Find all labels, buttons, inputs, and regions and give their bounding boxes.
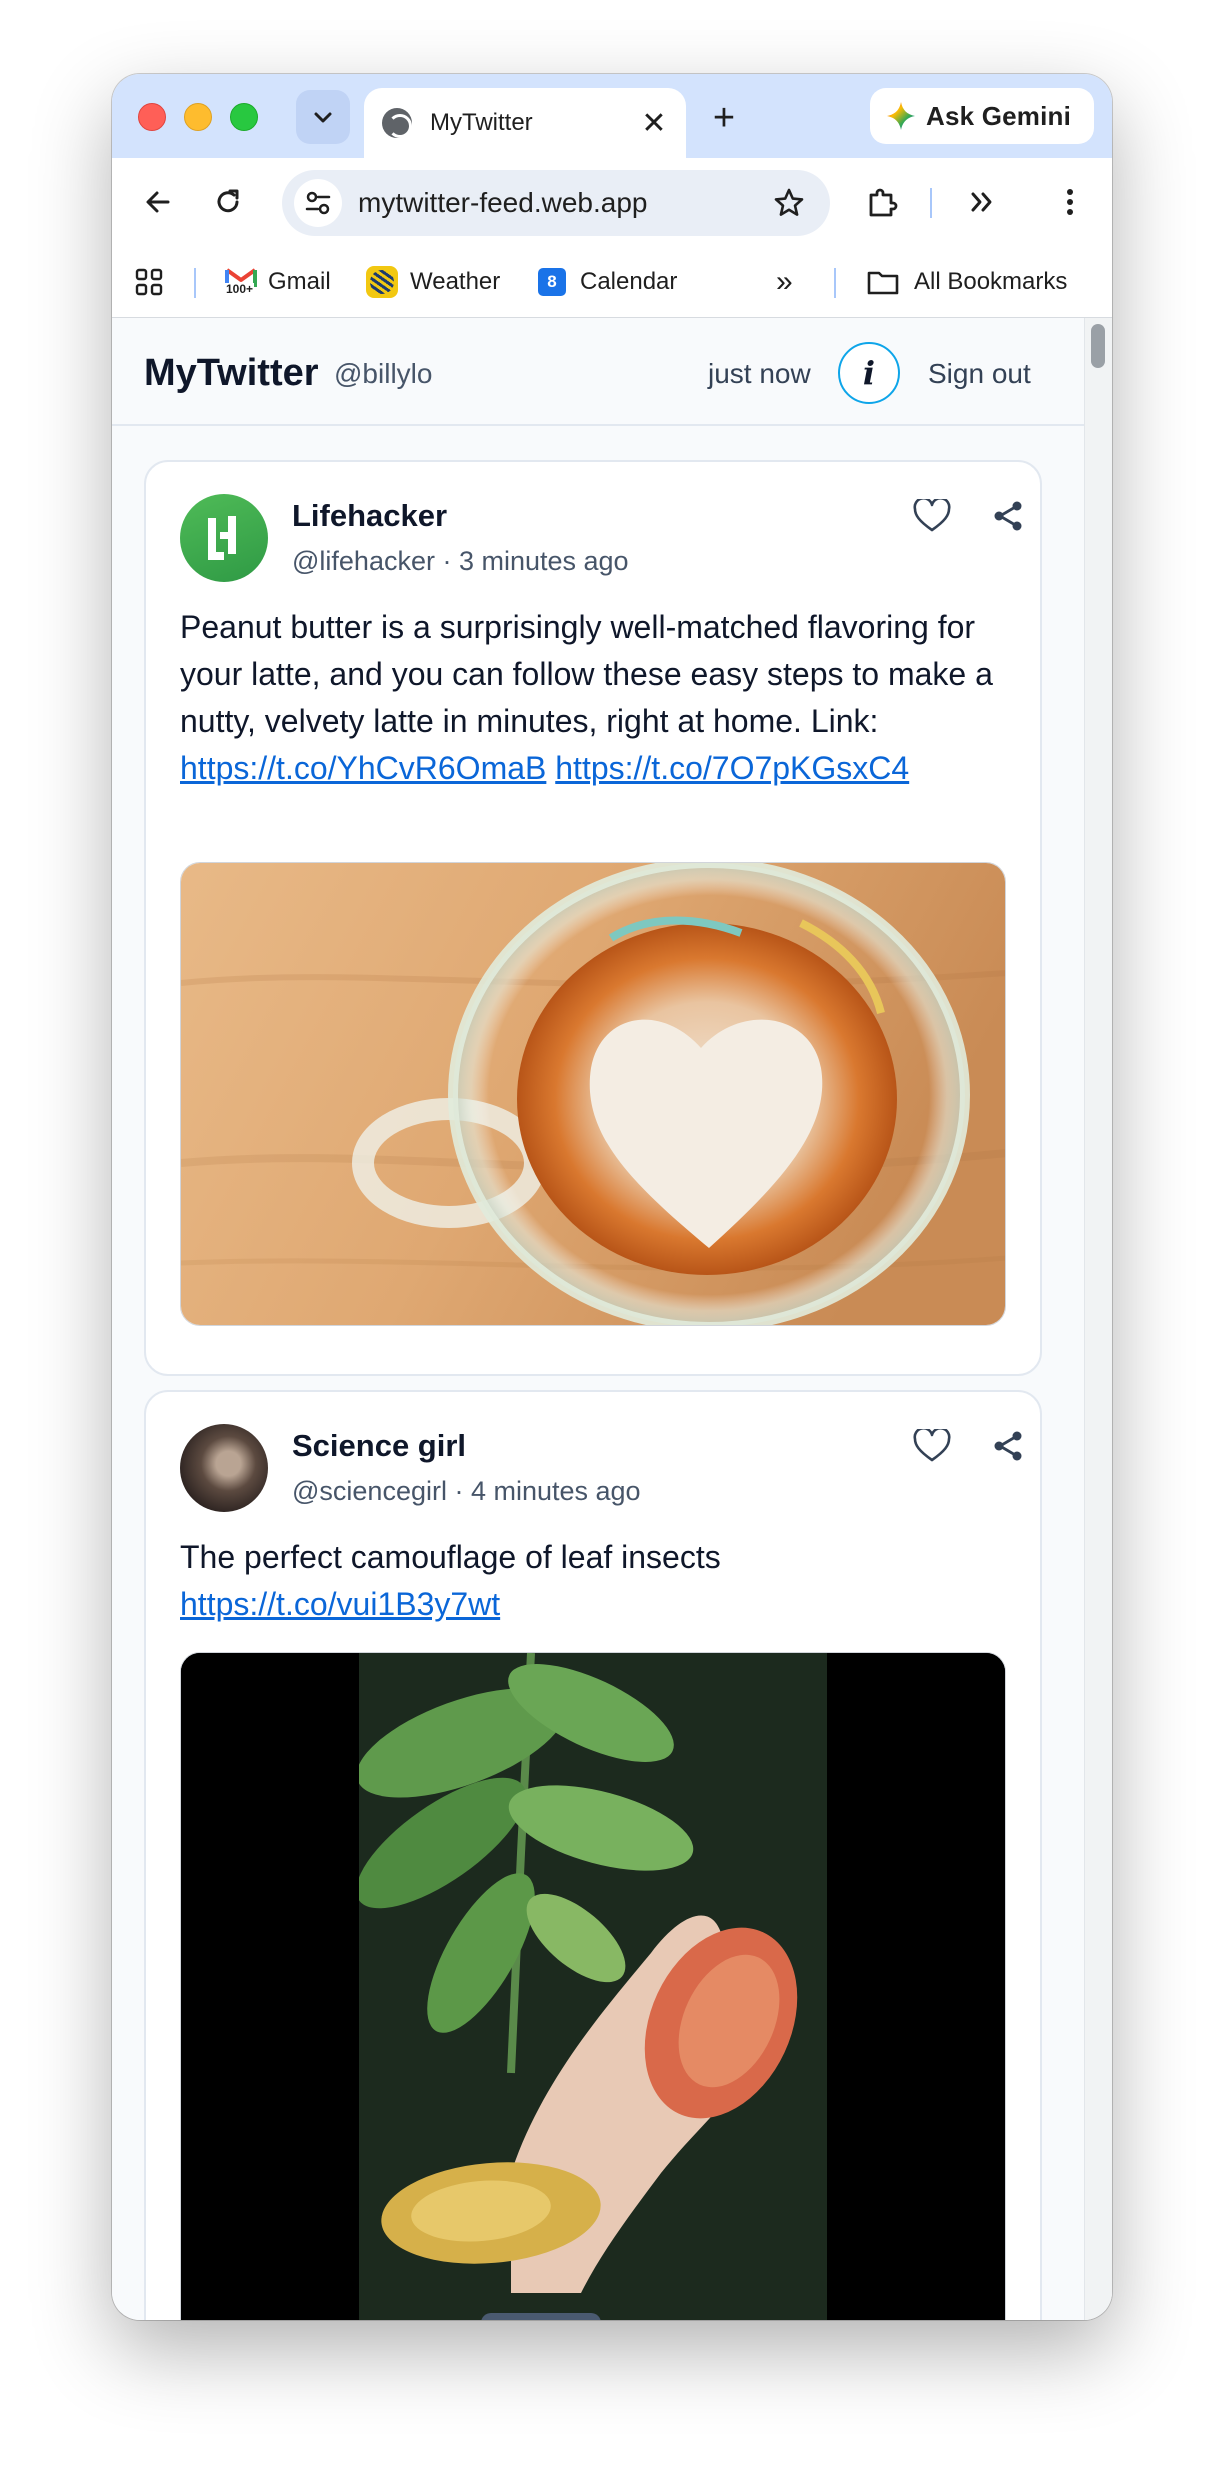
bookmarks-divider-2: [834, 268, 836, 298]
post-meta: @sciencegirl · 4 minutes ago: [292, 1476, 641, 1506]
page-scrollbar[interactable]: [1084, 318, 1112, 2320]
last-updated: just now: [708, 358, 811, 389]
share-icon: [994, 501, 1022, 531]
bookmarks-overflow-button[interactable]: »: [776, 262, 793, 302]
lifehacker-logo-icon: [208, 516, 236, 560]
bookmark-star-button[interactable]: [766, 180, 812, 226]
like-button[interactable]: [908, 1422, 956, 1470]
heart-icon: [913, 1429, 951, 1462]
post-link[interactable]: https://t.co/YhCvR6OmaB: [180, 750, 546, 786]
post-card: Science girl @sciencegirl · 4 minutes ag…: [144, 1390, 1042, 2320]
site-info-button[interactable]: [294, 179, 342, 227]
weather-icon: [366, 266, 398, 298]
new-tab-button[interactable]: +: [702, 96, 746, 140]
ask-gemini-label: Ask Gemini: [926, 100, 1072, 131]
heart-icon: [913, 499, 951, 532]
tab-title: MyTwitter: [430, 109, 533, 136]
browser-menu-button[interactable]: [1046, 178, 1094, 226]
tab-strip: MyTwitter ✕ + Ask Gemini: [112, 74, 1112, 158]
post-text: The perfect camouflage of leaf insects h…: [180, 1534, 1010, 1628]
sign-out-button[interactable]: Sign out: [928, 358, 1031, 390]
puzzle-icon: [869, 188, 898, 217]
browser-window: MyTwitter ✕ + Ask Gemini mytwitter-feed.…: [112, 74, 1112, 2320]
bookmark-calendar-label: Calendar: [580, 268, 678, 295]
page-viewport: MyTwitter @billylo just now i Sign out L…: [112, 318, 1112, 2320]
post-link[interactable]: https://t.co/7O7pKGsxC4: [555, 750, 909, 786]
info-button[interactable]: i: [838, 342, 900, 404]
bookmarks-divider: [194, 268, 196, 298]
avatar[interactable]: [180, 494, 268, 582]
app-title: MyTwitter: [144, 352, 319, 394]
scrollbar-thumb[interactable]: [1091, 324, 1105, 368]
all-bookmarks-button[interactable]: All Bookmarks: [866, 262, 1067, 302]
post-image[interactable]: [180, 862, 1006, 1326]
close-window-button[interactable]: [138, 103, 166, 131]
post-text: Peanut butter is a surprisingly well-mat…: [180, 604, 1010, 792]
double-chevron-right-icon: [971, 192, 992, 212]
post-video[interactable]: [180, 1652, 1006, 2320]
url-text[interactable]: mytwitter-feed.web.app: [358, 187, 647, 219]
star-icon: [774, 188, 804, 216]
extensions-button[interactable]: [858, 178, 906, 226]
ask-gemini-button[interactable]: Ask Gemini: [870, 88, 1094, 144]
arrow-left-icon: [146, 191, 170, 213]
maximize-window-button[interactable]: [230, 103, 258, 131]
like-button[interactable]: [908, 492, 956, 540]
back-button[interactable]: [134, 178, 182, 226]
bookmark-gmail-label: Gmail: [268, 268, 331, 295]
gemini-sparkle-icon: [887, 102, 915, 130]
post-author[interactable]: Science girl: [292, 1428, 466, 1464]
folder-icon: [867, 271, 899, 295]
gmail-badge: 100+: [225, 282, 255, 296]
post-link[interactable]: https://t.co/vui1B3y7wt: [180, 1586, 500, 1622]
gmail-icon: 100+: [224, 265, 258, 299]
app-header: MyTwitter @billylo just now i Sign out: [112, 318, 1084, 426]
browser-toolbar: mytwitter-feed.web.app: [112, 158, 1112, 246]
post-body: The perfect camouflage of leaf insects: [180, 1539, 721, 1575]
user-handle: @billylo: [334, 358, 433, 389]
bookmark-calendar[interactable]: 8 Calendar: [538, 262, 677, 302]
reload-button[interactable]: [204, 178, 252, 226]
tab-search-button[interactable]: [296, 90, 350, 144]
apps-grid-icon: [135, 268, 163, 296]
calendar-icon: 8: [538, 268, 566, 296]
post-author[interactable]: Lifehacker: [292, 498, 447, 534]
share-button[interactable]: [984, 1422, 1032, 1470]
more-tools-button[interactable]: [958, 178, 1006, 226]
close-tab-icon[interactable]: ✕: [634, 103, 674, 143]
apps-button[interactable]: [134, 262, 164, 302]
latte-heart-image: [181, 863, 1005, 1325]
leaf-insects-image: [181, 1653, 1005, 2320]
address-bar[interactable]: mytwitter-feed.web.app: [282, 170, 830, 236]
share-icon: [994, 1431, 1022, 1461]
post-card: Lifehacker @lifehacker · 3 minutes ago P…: [144, 460, 1042, 1376]
tab-mytwitter[interactable]: MyTwitter ✕: [364, 88, 686, 158]
toolbar-divider: [930, 188, 932, 218]
avatar[interactable]: [180, 1424, 268, 1512]
kebab-menu-icon: [1067, 189, 1073, 215]
bookmark-weather[interactable]: Weather: [366, 262, 500, 302]
bookmark-weather-label: Weather: [410, 268, 501, 295]
all-bookmarks-label: All Bookmarks: [914, 268, 1068, 295]
minimize-window-button[interactable]: [184, 103, 212, 131]
share-button[interactable]: [984, 492, 1032, 540]
globe-icon: [382, 108, 412, 138]
bookmarks-bar: 100+ Gmail Weather 8 Calendar » All Book…: [112, 246, 1112, 318]
post-body: Peanut butter is a surprisingly well-mat…: [180, 609, 993, 739]
tune-icon: [305, 191, 331, 215]
post-meta: @lifehacker · 3 minutes ago: [292, 546, 629, 576]
reload-icon: [217, 189, 239, 213]
bookmark-gmail[interactable]: 100+ Gmail: [224, 262, 331, 302]
chevron-down-icon: [314, 112, 332, 123]
